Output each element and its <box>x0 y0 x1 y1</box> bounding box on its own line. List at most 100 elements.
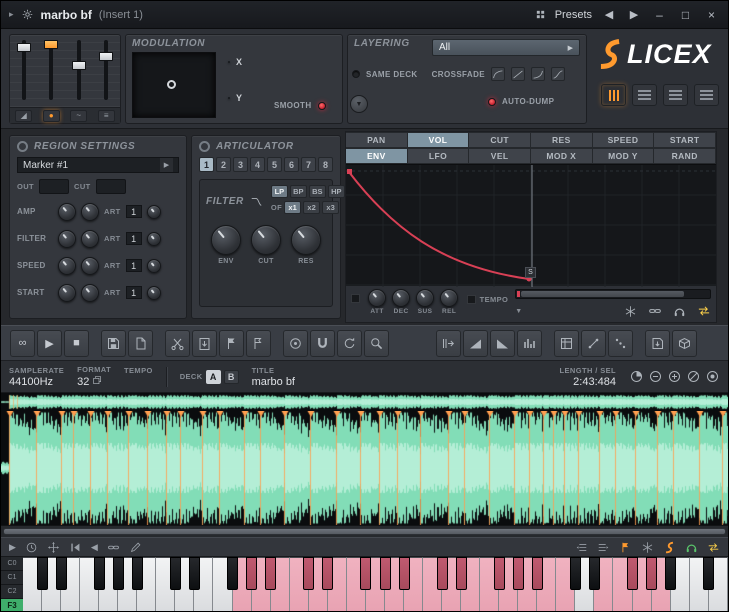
layer-fader[interactable] <box>71 38 87 102</box>
crossfade-curve-4-button[interactable] <box>551 67 565 81</box>
edit-grid-button[interactable] <box>554 329 579 357</box>
amp-knob[interactable] <box>81 202 99 221</box>
tab-rand[interactable]: RAND <box>654 148 716 164</box>
xy-cursor[interactable] <box>167 79 177 89</box>
pie-indicator-icon[interactable] <box>629 369 644 384</box>
waveform-overview[interactable] <box>1 393 728 411</box>
layout-top-button[interactable] <box>632 84 657 106</box>
tempo-checkbox[interactable] <box>466 295 476 304</box>
list-collapse-button[interactable] <box>575 541 588 554</box>
articulator-slot-1[interactable]: 1 <box>199 157 214 172</box>
tab-env[interactable]: ENV <box>346 148 408 164</box>
waveform-editor[interactable] <box>1 411 728 525</box>
fade-mode-icon[interactable]: ◢ <box>15 109 33 122</box>
tab-mod-x[interactable]: MOD X <box>531 148 593 164</box>
headphones-icon[interactable] <box>673 305 686 318</box>
envelope-collapse-chevron[interactable]: ▼ <box>515 308 522 315</box>
speed-knob[interactable] <box>81 256 99 275</box>
region-selector[interactable]: Marker #1 ▶ <box>17 157 179 173</box>
tab-cut[interactable]: CUT <box>469 132 531 148</box>
oversample-x3[interactable]: x3 <box>322 201 340 214</box>
cut-button[interactable] <box>165 329 190 357</box>
piano-key-black[interactable] <box>55 557 67 590</box>
articulator-slot-6[interactable]: 6 <box>284 157 299 172</box>
lfo-mode-icon[interactable]: ~ <box>70 109 88 122</box>
piano-key-black[interactable] <box>188 557 200 590</box>
articulator-slot-7[interactable]: 7 <box>301 157 316 172</box>
zoom-in-circle-button[interactable] <box>667 369 682 384</box>
out-display[interactable] <box>39 179 70 194</box>
articulator-slot-2[interactable]: 2 <box>216 157 231 172</box>
deck-a-button[interactable]: A <box>205 369 221 384</box>
piano-key-black[interactable] <box>436 557 448 590</box>
piano-key-black[interactable] <box>512 557 524 590</box>
filter-knob[interactable] <box>58 229 76 248</box>
mod-y-knob[interactable] <box>228 97 230 99</box>
start-knob[interactable] <box>81 283 99 302</box>
plugin-menu-arrow[interactable]: ▸ <box>9 9 14 20</box>
piano-key-black[interactable] <box>379 557 391 590</box>
freeze-button[interactable] <box>641 541 654 554</box>
piano-key-black[interactable] <box>589 557 601 590</box>
piano-key-black[interactable] <box>322 557 334 590</box>
piano-key-black[interactable] <box>169 557 181 590</box>
cut-display[interactable] <box>95 179 126 194</box>
piano-key-black[interactable] <box>303 557 315 590</box>
same-deck-led[interactable] <box>352 70 360 78</box>
piano-key-black[interactable] <box>493 557 505 590</box>
envelope-scrollbar[interactable] <box>515 289 711 299</box>
auto-slice-button[interactable] <box>246 329 271 357</box>
minimize-button[interactable]: – <box>651 8 668 22</box>
piano-key-black[interactable] <box>627 557 639 590</box>
list-expand-button[interactable] <box>597 541 610 554</box>
levels-mode-icon[interactable]: ≡ <box>97 109 115 122</box>
envelope-mode-icon[interactable]: ● <box>42 109 60 122</box>
piano-key-black[interactable] <box>227 557 239 590</box>
link-lock-button[interactable] <box>107 541 120 554</box>
tab-pan[interactable]: PAN <box>346 132 408 148</box>
zoom-out-circle-button[interactable] <box>648 369 663 384</box>
auto-dump-led[interactable] <box>488 97 496 106</box>
oversample-x2[interactable]: x2 <box>303 201 321 214</box>
marker-flag-button[interactable] <box>619 541 632 554</box>
piano-key-black[interactable] <box>665 557 677 590</box>
piano-key-black[interactable] <box>398 557 410 590</box>
fade-out-button[interactable] <box>490 329 515 357</box>
preview-play-button[interactable]: ▶ <box>9 542 16 553</box>
start-knob[interactable] <box>58 283 76 302</box>
filter-mode-hp[interactable]: HP <box>327 185 345 198</box>
att-knob[interactable] <box>368 289 387 307</box>
articulator-number-box[interactable]: 1 <box>125 286 142 299</box>
dec-knob[interactable] <box>392 289 411 307</box>
cut-knob[interactable] <box>251 225 281 255</box>
articulator-slot-5[interactable]: 5 <box>267 157 282 172</box>
maximize-button[interactable]: □ <box>677 8 694 22</box>
swap-channels-button[interactable] <box>707 541 720 554</box>
drop-marker-button[interactable] <box>219 329 244 357</box>
tab-vol[interactable]: VOL <box>407 132 470 148</box>
tab-lfo[interactable]: LFO <box>407 148 470 164</box>
layering-dropdown[interactable]: All ▶ <box>432 39 580 56</box>
new-document-button[interactable] <box>128 329 153 357</box>
deck-b-button[interactable]: B <box>223 369 239 384</box>
layer-fader[interactable] <box>16 38 32 102</box>
target-circle-button[interactable] <box>705 369 720 384</box>
next-preset-button[interactable]: ▶ <box>626 8 642 21</box>
piano-key-black[interactable] <box>265 557 277 590</box>
slide-notes-button[interactable] <box>581 329 606 357</box>
presets-label[interactable]: Presets <box>555 9 592 21</box>
crossfade-curve-3-button[interactable] <box>531 67 545 81</box>
stop-button[interactable]: ■ <box>64 329 89 357</box>
filter-knob[interactable] <box>81 229 99 248</box>
plugin-options-icon[interactable] <box>21 8 34 21</box>
tab-res[interactable]: RES <box>531 132 593 148</box>
swap-lr-icon[interactable] <box>697 304 711 318</box>
previous-slice-button[interactable] <box>69 541 82 554</box>
rewind-button[interactable]: ◀ <box>91 542 98 553</box>
envelope-enable-checkbox[interactable] <box>351 294 360 303</box>
speed-knob[interactable] <box>58 256 76 275</box>
scatter-button[interactable] <box>608 329 633 357</box>
freeze-icon[interactable] <box>624 305 637 318</box>
layer-fader[interactable] <box>43 38 59 102</box>
tab-start[interactable]: START <box>654 132 716 148</box>
